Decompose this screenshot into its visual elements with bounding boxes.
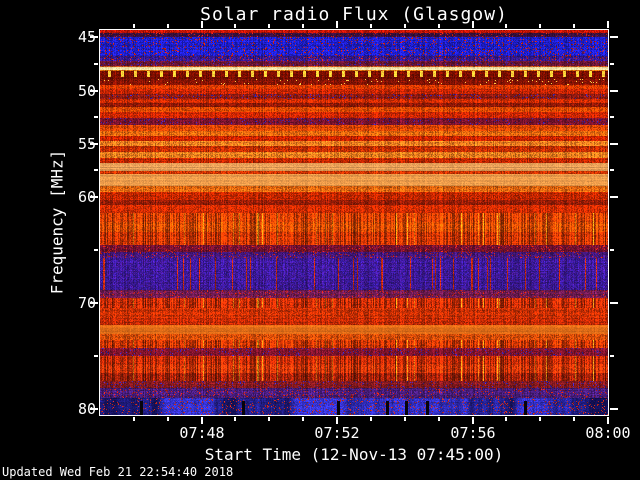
tick-mark (370, 417, 372, 421)
y-tick-label: 70 (77, 294, 96, 312)
tick-mark (302, 24, 304, 28)
tick-mark (472, 21, 474, 28)
tick-mark (404, 417, 406, 421)
tick-mark (472, 417, 474, 424)
tick-mark (610, 408, 618, 410)
tick-mark (607, 21, 609, 28)
tick-mark (438, 24, 440, 28)
chart-title: Solar radio Flux (Glasgow) (200, 4, 508, 25)
tick-mark (167, 24, 169, 28)
tick-mark (610, 302, 618, 304)
tick-mark (610, 196, 618, 198)
tick-mark (404, 24, 406, 28)
tick-mark (573, 417, 575, 421)
tick-mark (505, 417, 507, 421)
tick-mark (201, 21, 203, 28)
x-tick-label: 08:00 (585, 424, 631, 442)
tick-mark (201, 417, 203, 424)
tick-mark (610, 90, 618, 92)
tick-mark (94, 169, 98, 171)
x-tick-label: 07:56 (450, 424, 496, 442)
tick-mark (610, 63, 614, 65)
x-tick-label: 07:48 (179, 424, 225, 442)
x-axis-title: Start Time (12-Nov-13 07:45:00) (204, 445, 504, 464)
tick-mark (607, 417, 609, 424)
tick-mark (610, 36, 618, 38)
tick-mark (268, 417, 270, 421)
tick-mark (234, 24, 236, 28)
tick-mark (234, 417, 236, 421)
updated-timestamp: Updated Wed Feb 21 22:54:40 2018 (2, 465, 234, 479)
tick-mark (370, 24, 372, 28)
y-tick-label: 80 (77, 400, 96, 418)
tick-mark (94, 116, 98, 118)
y-tick-label: 45 (77, 28, 96, 46)
tick-mark (302, 417, 304, 421)
tick-mark (610, 249, 614, 251)
tick-mark (268, 24, 270, 28)
tick-mark (539, 24, 541, 28)
tick-mark (610, 169, 614, 171)
solar-radio-flux-figure: Solar radio Flux (Glasgow) 07:48 07:52 07:… (0, 0, 640, 480)
x-tick-label: 07:52 (314, 424, 360, 442)
tick-mark (610, 355, 614, 357)
tick-mark (610, 116, 614, 118)
tick-mark (336, 21, 338, 28)
tick-mark (573, 24, 575, 28)
tick-mark (133, 417, 135, 421)
tick-mark (505, 24, 507, 28)
tick-mark (133, 24, 135, 28)
tick-mark (94, 63, 98, 65)
plot-frame (99, 29, 609, 416)
y-tick-label: 50 (77, 82, 96, 100)
tick-mark (336, 417, 338, 424)
tick-mark (167, 417, 169, 421)
tick-mark (539, 417, 541, 421)
tick-mark (94, 355, 98, 357)
tick-mark (438, 417, 440, 421)
tick-mark (94, 249, 98, 251)
tick-mark (610, 143, 618, 145)
y-axis-title: Frequency [MHz] (47, 149, 67, 295)
